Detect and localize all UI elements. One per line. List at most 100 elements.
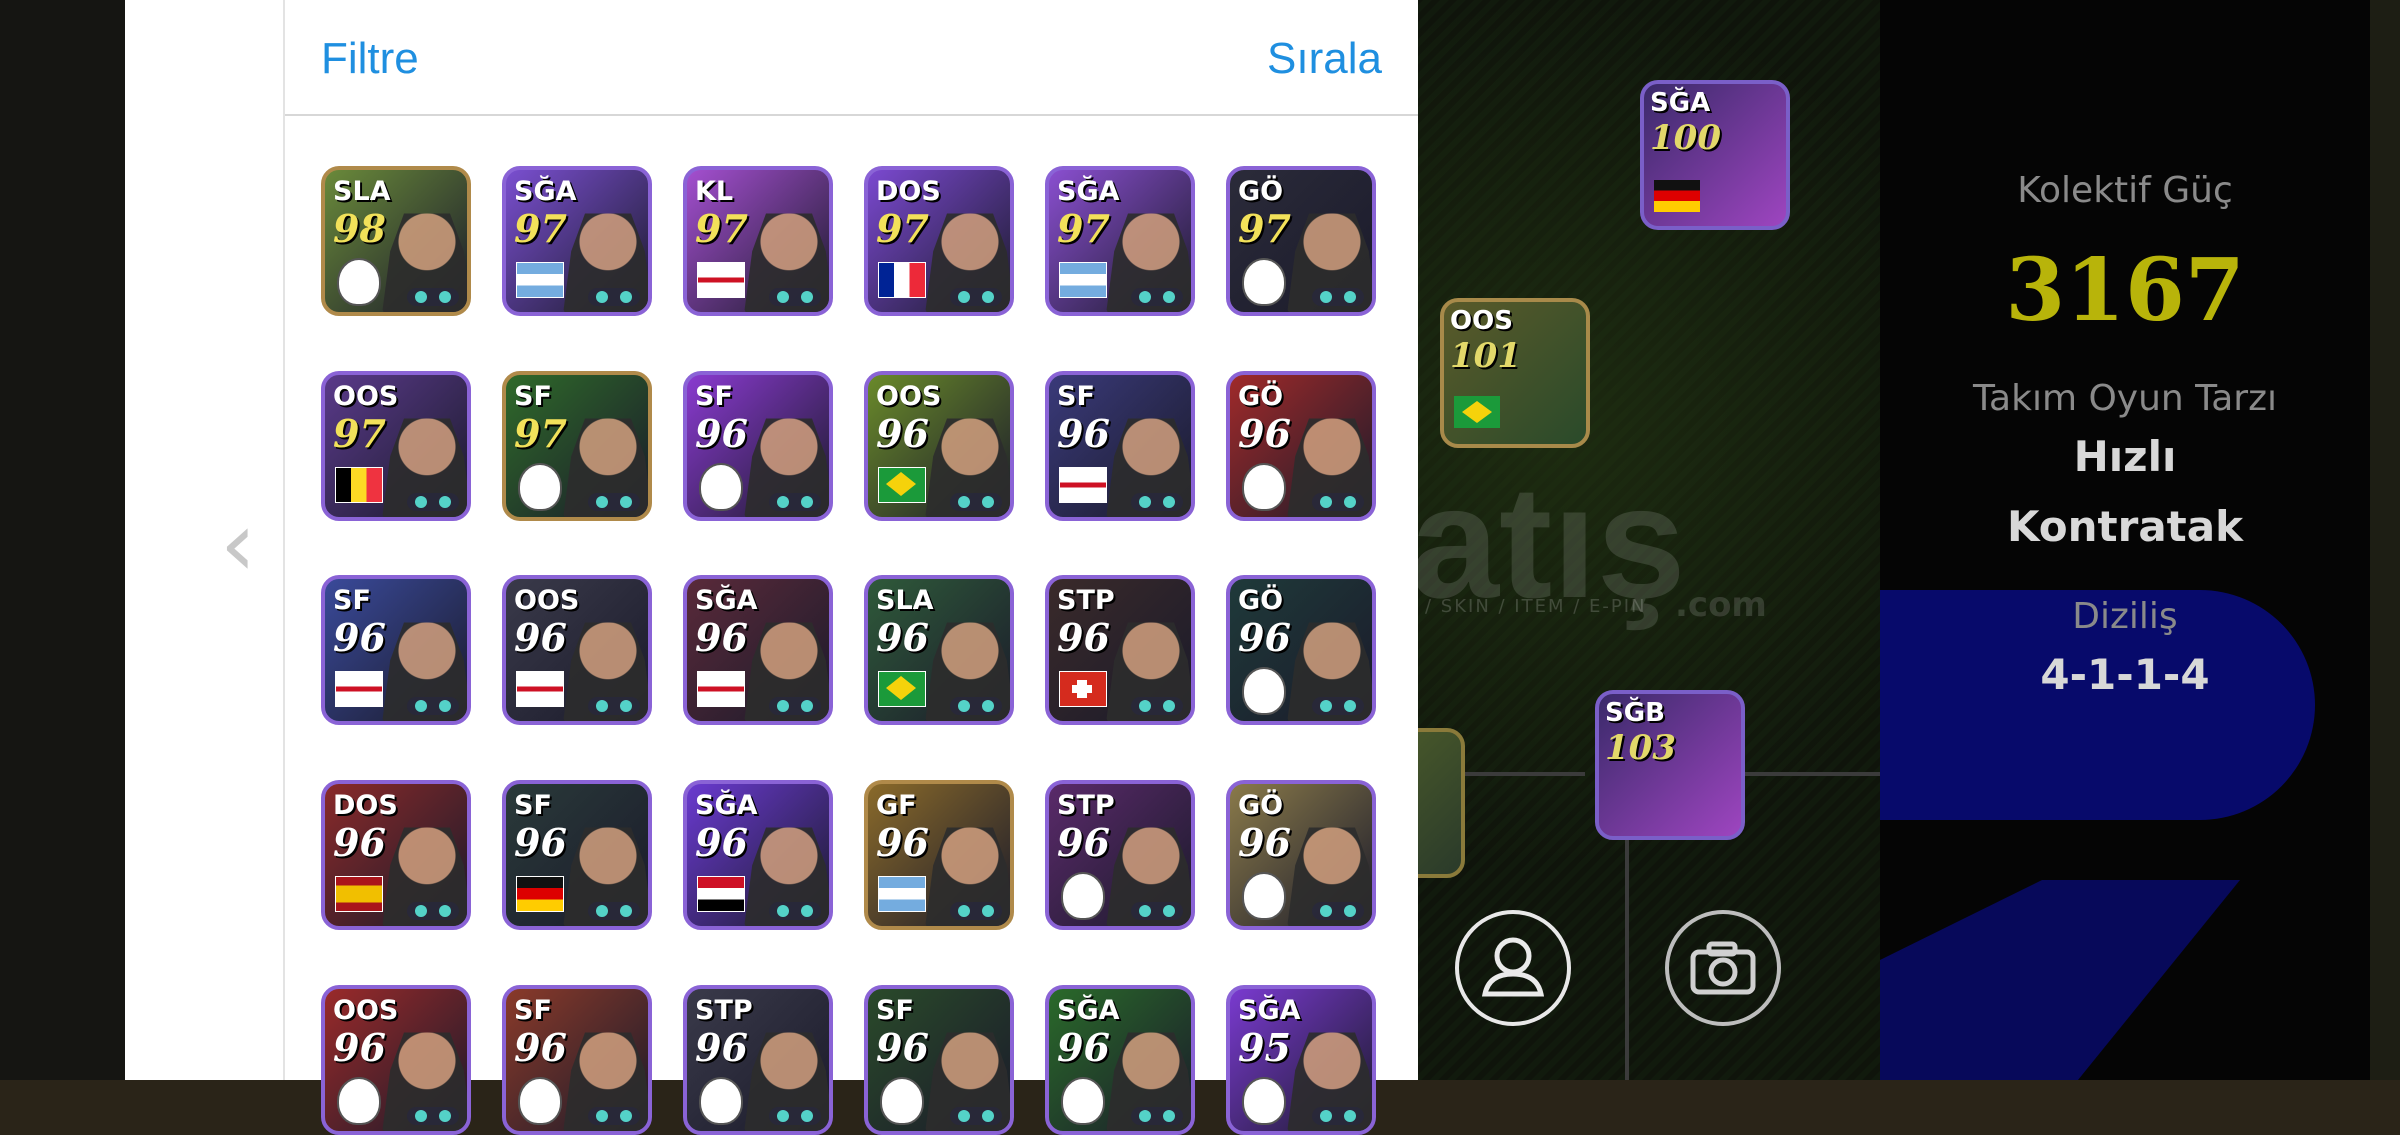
player-card[interactable]: SF 96: [683, 371, 833, 521]
player-card[interactable]: SF 96: [321, 575, 471, 725]
player-rating: 96: [1057, 1025, 1110, 1070]
player-rating: 96: [514, 615, 567, 660]
player-card[interactable]: SLA 96: [864, 575, 1014, 725]
player-rating: 96: [876, 1025, 929, 1070]
player-rating: 96: [1238, 820, 1291, 865]
player-position: DOS: [333, 790, 398, 821]
skill-badge-icon: [588, 1107, 640, 1125]
player-position: OOS: [876, 381, 942, 412]
player-card[interactable]: SĞA 96: [1045, 985, 1195, 1135]
player-rating: 96: [514, 820, 567, 865]
profile-button[interactable]: [1455, 910, 1571, 1026]
player-rating: 96: [695, 615, 748, 660]
player-card[interactable]: DOS 97: [864, 166, 1014, 316]
player-rating: 96: [333, 615, 386, 660]
england-flag-icon: [1059, 467, 1107, 503]
team-style-label: Takım Oyun Tarzı: [1973, 378, 2277, 419]
player-rating: 96: [333, 820, 386, 865]
skill-badge-icon: [950, 902, 1002, 920]
skill-badge-icon: [407, 697, 459, 715]
player-card[interactable]: SĞA 96: [683, 780, 833, 930]
watermark-tagline: / SKIN / ITEM / E-PIN: [1425, 596, 1647, 617]
player-position: GÖ: [1238, 176, 1284, 207]
player-card[interactable]: GÖ 97: [1226, 166, 1376, 316]
player-position: SĞB: [1605, 698, 1665, 728]
argentina-flag-icon: [516, 262, 564, 298]
player-card[interactable]: GÖ 96: [1226, 575, 1376, 725]
skill-badge-icon: [588, 697, 640, 715]
spain-flag-icon: [335, 876, 383, 912]
club-crest-icon: [699, 463, 743, 511]
player-rating: 96: [1057, 820, 1110, 865]
player-card[interactable]: SĞA 97: [1045, 166, 1195, 316]
skill-badge-icon: [1312, 1107, 1364, 1125]
skill-badge-icon: [769, 493, 821, 511]
sort-button[interactable]: Sırala: [1267, 34, 1382, 84]
player-card[interactable]: STP 96: [1045, 780, 1195, 930]
chevron-left-icon[interactable]: ‹: [220, 500, 256, 590]
player-card[interactable]: SF 96: [502, 985, 652, 1135]
skill-badge-icon: [950, 1107, 1002, 1125]
player-card[interactable]: SLA 98: [321, 166, 471, 316]
player-card[interactable]: SĞA 96: [683, 575, 833, 725]
player-position: KL: [695, 176, 734, 207]
player-position: SĞA: [1238, 995, 1301, 1026]
player-position: GÖ: [1238, 381, 1284, 412]
player-card[interactable]: GF 96: [864, 780, 1014, 930]
player-card[interactable]: GÖ 96: [1226, 780, 1376, 930]
germany-flag-icon: [516, 876, 564, 912]
player-rating: 97: [1057, 206, 1110, 251]
player-rating: 97: [333, 411, 386, 456]
player-rating: 98: [333, 206, 386, 251]
player-card[interactable]: SF 96: [502, 780, 652, 930]
pitch-player-card[interactable]: SĞB 103: [1595, 690, 1745, 840]
user-icon: [1481, 937, 1545, 997]
player-card[interactable]: DOS 96: [321, 780, 471, 930]
player-card[interactable]: OOS 96: [321, 985, 471, 1135]
club-crest-icon: [1242, 463, 1286, 511]
player-card[interactable]: OOS 96: [502, 575, 652, 725]
skill-badge-icon: [1131, 1107, 1183, 1125]
player-card[interactable]: SF 96: [864, 985, 1014, 1135]
skill-badge-icon: [1312, 493, 1364, 511]
pitch-player-card[interactable]: OOS 101: [1440, 298, 1590, 448]
club-crest-icon: [699, 1077, 743, 1125]
formation-label: Diziliş: [2072, 596, 2178, 637]
club-crest-icon: [337, 258, 381, 306]
club-crest-icon: [518, 463, 562, 511]
club-crest-icon: [1242, 1077, 1286, 1125]
player-card[interactable]: SF 96: [1045, 371, 1195, 521]
camera-button[interactable]: [1665, 910, 1781, 1026]
player-position: OOS: [333, 381, 399, 412]
team-style-value-2: Kontratak: [2006, 502, 2244, 551]
player-position: SF: [695, 381, 733, 412]
player-position: SĞA: [514, 176, 577, 207]
player-rating: 95: [1238, 1025, 1291, 1070]
skill-badge-icon: [769, 1107, 821, 1125]
skill-badge-icon: [1131, 697, 1183, 715]
club-crest-icon: [337, 1077, 381, 1125]
skill-badge-icon: [1131, 902, 1183, 920]
player-card[interactable]: KL 97: [683, 166, 833, 316]
player-card[interactable]: OOS 97: [321, 371, 471, 521]
player-card[interactable]: STP 96: [683, 985, 833, 1135]
club-crest-icon: [1061, 872, 1105, 920]
player-position: SF: [514, 790, 552, 821]
player-card[interactable]: STP 96: [1045, 575, 1195, 725]
player-card[interactable]: SF 97: [502, 371, 652, 521]
player-card[interactable]: SĞA 95: [1226, 985, 1376, 1135]
player-position: SF: [333, 585, 371, 616]
formation-value: 4-1-1-4: [2040, 650, 2210, 699]
brazil-flag-icon: [878, 467, 926, 503]
player-position: SF: [514, 995, 552, 1026]
filter-button[interactable]: Filtre: [321, 34, 419, 84]
skill-badge-icon: [1131, 493, 1183, 511]
player-card[interactable]: GÖ 96: [1226, 371, 1376, 521]
player-rating: 96: [695, 1025, 748, 1070]
player-position: SLA: [876, 585, 934, 616]
player-position: OOS: [514, 585, 580, 616]
player-card[interactable]: SĞA 97: [502, 166, 652, 316]
pitch-player-card[interactable]: SĞA 100: [1640, 80, 1790, 230]
player-card[interactable]: OOS 96: [864, 371, 1014, 521]
player-position: GF: [876, 790, 917, 821]
